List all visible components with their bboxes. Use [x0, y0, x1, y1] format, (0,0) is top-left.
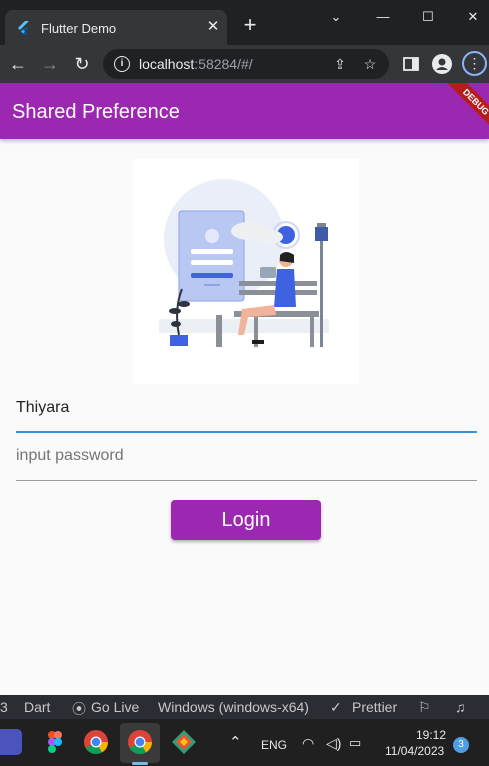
reload-icon[interactable]: ↻ — [71, 53, 93, 75]
password-placeholder: input password — [16, 447, 124, 464]
flutter-logo-icon — [18, 21, 29, 35]
browser-menu-icon[interactable]: ⋮ — [462, 51, 487, 76]
volume-icon[interactable]: ◁) — [326, 735, 341, 752]
clock-time[interactable]: 19:12 — [416, 728, 446, 742]
teams-icon[interactable] — [0, 729, 22, 755]
status-item-dart[interactable]: Dart — [24, 699, 50, 715]
login-illustration — [134, 159, 359, 384]
double-check-icon: ✓ — [330, 699, 342, 715]
feedback-icon[interactable]: ⚐ — [418, 699, 431, 716]
side-panel-icon[interactable] — [403, 56, 419, 72]
maximize-button[interactable]: ☐ — [413, 6, 443, 28]
new-tab-button[interactable]: + — [240, 14, 260, 36]
close-window-button[interactable]: ✕ — [458, 6, 488, 28]
profile-avatar-icon[interactable] — [432, 54, 452, 74]
flutter-app: Shared Preference DEBUG Thiyara input pa… — [0, 83, 489, 695]
username-field[interactable]: Thiyara — [16, 385, 477, 433]
app-bar-title: Shared Preference — [12, 101, 180, 123]
notifications-bell-icon[interactable]: ♫ — [455, 699, 466, 715]
browser-tab-strip: Flutter Demo ✕ + ⌄ — ☐ ✕ — [0, 0, 489, 47]
login-button[interactable]: Login — [171, 500, 321, 540]
wifi-icon[interactable]: ◠ — [302, 735, 314, 752]
battery-icon[interactable]: ▭ — [349, 735, 361, 751]
figma-icon[interactable] — [42, 729, 68, 755]
active-indicator — [132, 762, 148, 765]
forward-arrow-icon[interactable]: → — [39, 53, 61, 75]
clock-date[interactable]: 11/04/2023 — [385, 744, 444, 758]
tab-close-icon[interactable]: ✕ — [204, 18, 222, 36]
language-indicator[interactable]: ENG — [261, 738, 287, 752]
password-underline — [16, 480, 477, 481]
chrome-icon[interactable] — [83, 729, 109, 755]
tray-chevron-up-icon[interactable]: ⌃ — [229, 733, 242, 751]
tab-search-icon[interactable]: ⌄ — [321, 6, 351, 28]
url-path: :58284/#/ — [194, 56, 253, 72]
broadcast-icon: ⦿ — [72, 701, 86, 717]
site-info-icon[interactable]: i — [114, 56, 130, 72]
address-bar[interactable]: i localhost:58284/#/ ⇪ ☆ — [103, 49, 389, 79]
browser-tab[interactable]: Flutter Demo ✕ — [5, 10, 227, 47]
share-icon[interactable]: ⇪ — [331, 55, 349, 73]
gitkraken-icon[interactable] — [171, 729, 197, 755]
notification-count-badge[interactable]: 3 — [453, 737, 469, 753]
status-item-go-live[interactable]: Go Live — [91, 699, 139, 715]
status-item-platform[interactable]: Windows (windows-x64) — [158, 699, 309, 715]
status-leading-count: 3 — [0, 699, 8, 715]
browser-toolbar: ← → ↻ i localhost:58284/#/ ⇪ ☆ ⋮ — [0, 45, 489, 83]
app-bar: Shared Preference — [0, 83, 489, 139]
screen: Flutter Demo ✕ + ⌄ — ☐ ✕ ← → ↻ i localho… — [0, 0, 489, 766]
url-text[interactable]: localhost:58284/#/ — [139, 56, 253, 72]
editor-status-bar: 3 Dart ⦿ Go Live Windows (windows-x64) ✓… — [0, 695, 489, 719]
username-value: Thiyara — [16, 399, 70, 416]
status-item-prettier[interactable]: Prettier — [352, 699, 397, 715]
password-field[interactable]: input password — [16, 433, 477, 481]
chrome-active-icon[interactable] — [127, 729, 153, 755]
url-host: localhost — [139, 56, 195, 72]
bookmark-star-icon[interactable]: ☆ — [361, 55, 379, 73]
windows-taskbar: ⌃ ENG ◠ ◁) ▭ 19:12 11/04/2023 — [0, 719, 489, 766]
tab-title: Flutter Demo — [41, 21, 117, 36]
minimize-button[interactable]: — — [368, 6, 398, 28]
back-arrow-icon[interactable]: ← — [7, 53, 29, 75]
